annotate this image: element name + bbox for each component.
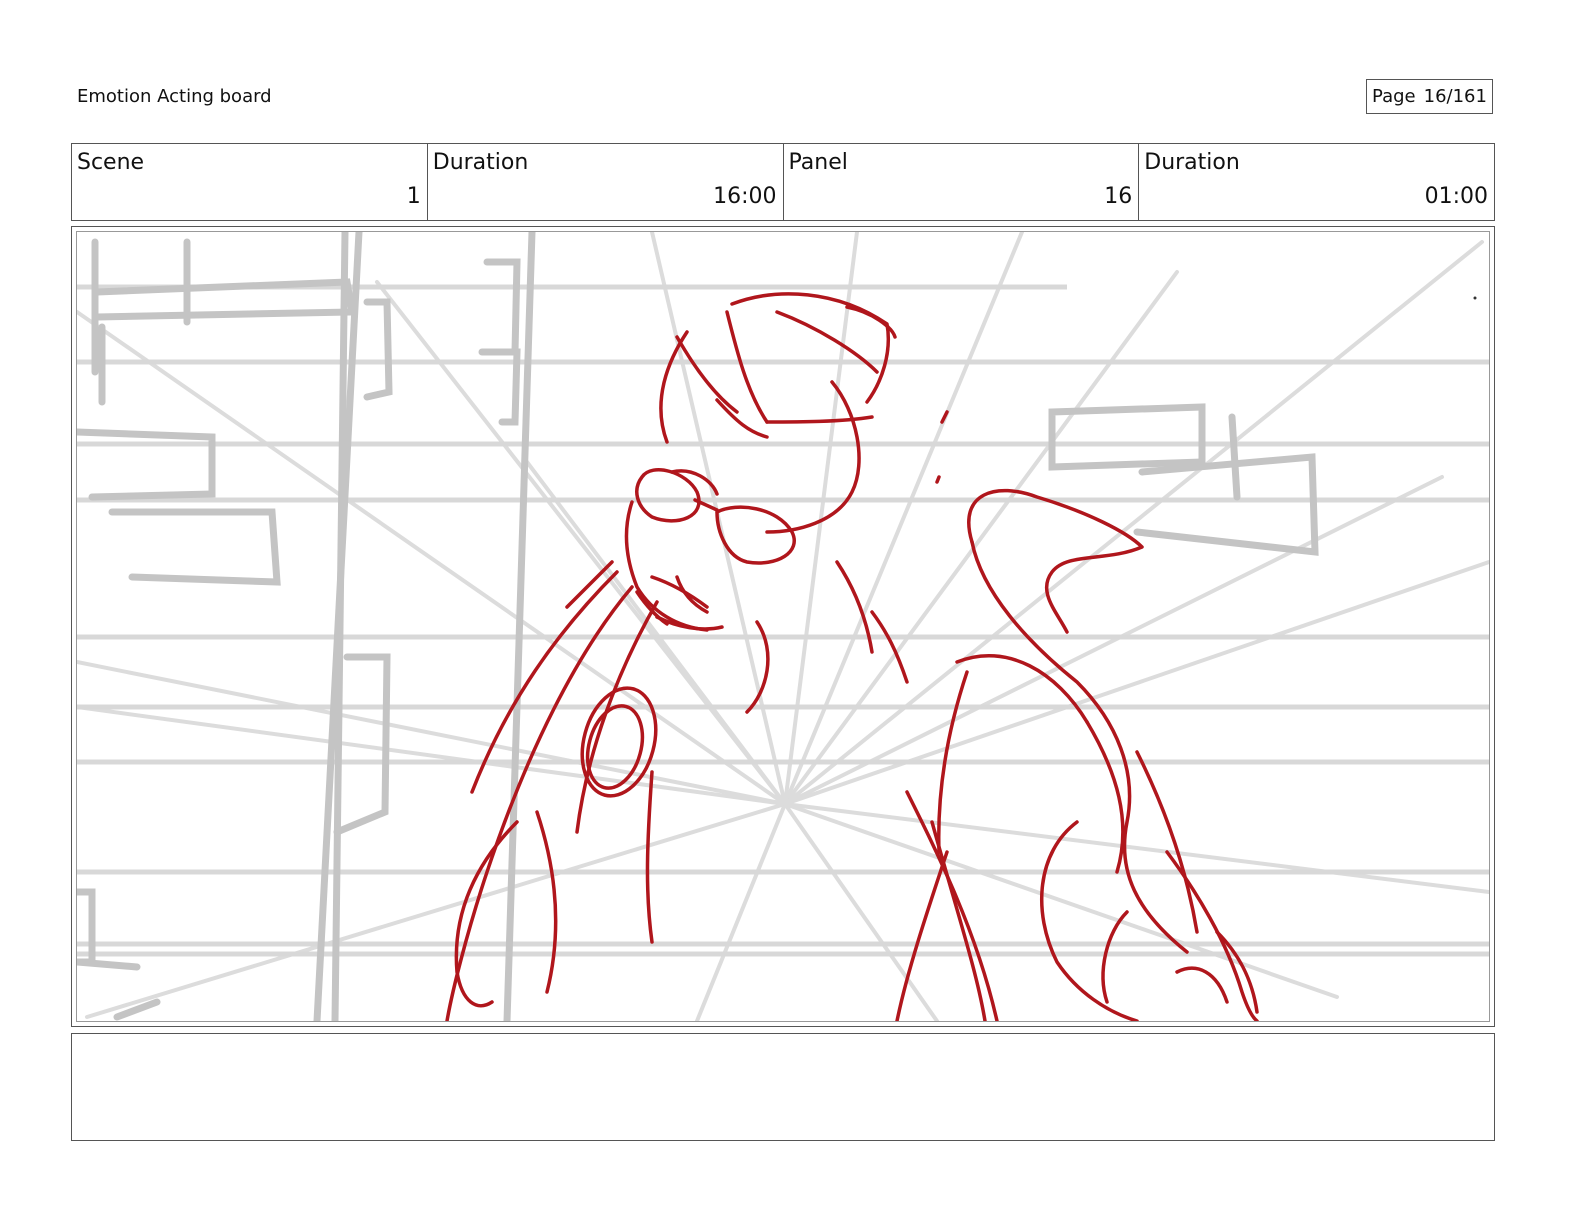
panel-info-table: Scene 1 Duration 16:00 Panel 16 Duration… (71, 143, 1495, 221)
panel-label: Panel (788, 150, 848, 175)
board-title: Emotion Acting board (77, 86, 272, 107)
stray-mark (1473, 296, 1477, 300)
scene-value: 1 (406, 184, 421, 209)
scene-duration-value: 16:00 (713, 184, 777, 209)
sketch-drawing (77, 232, 1489, 1021)
panel-duration-value: 01:00 (1424, 184, 1488, 209)
background-architecture (77, 232, 1319, 1021)
panel-cell: Panel 16 (784, 144, 1140, 220)
character-sketch (445, 292, 1259, 1021)
perspective-guides (77, 232, 1489, 1021)
panel-duration-label: Duration (1144, 150, 1240, 175)
panel-duration-cell: Duration 01:00 (1139, 144, 1494, 220)
scene-label: Scene (77, 150, 145, 175)
scene-duration-cell: Duration 16:00 (428, 144, 784, 220)
scene-duration-label: Duration (432, 150, 529, 175)
storyboard-sketch (76, 231, 1490, 1022)
storyboard-panel-frame (71, 226, 1495, 1027)
panel-notes-box[interactable] (71, 1033, 1495, 1141)
horizontal-guides (77, 284, 1489, 957)
page-number: 16/161 (1423, 86, 1487, 107)
panel-value: 16 (1104, 184, 1133, 209)
page-label: Page (1372, 86, 1416, 107)
scene-cell: Scene 1 (72, 144, 428, 220)
page-indicator: Page 16/161 (1366, 79, 1493, 114)
